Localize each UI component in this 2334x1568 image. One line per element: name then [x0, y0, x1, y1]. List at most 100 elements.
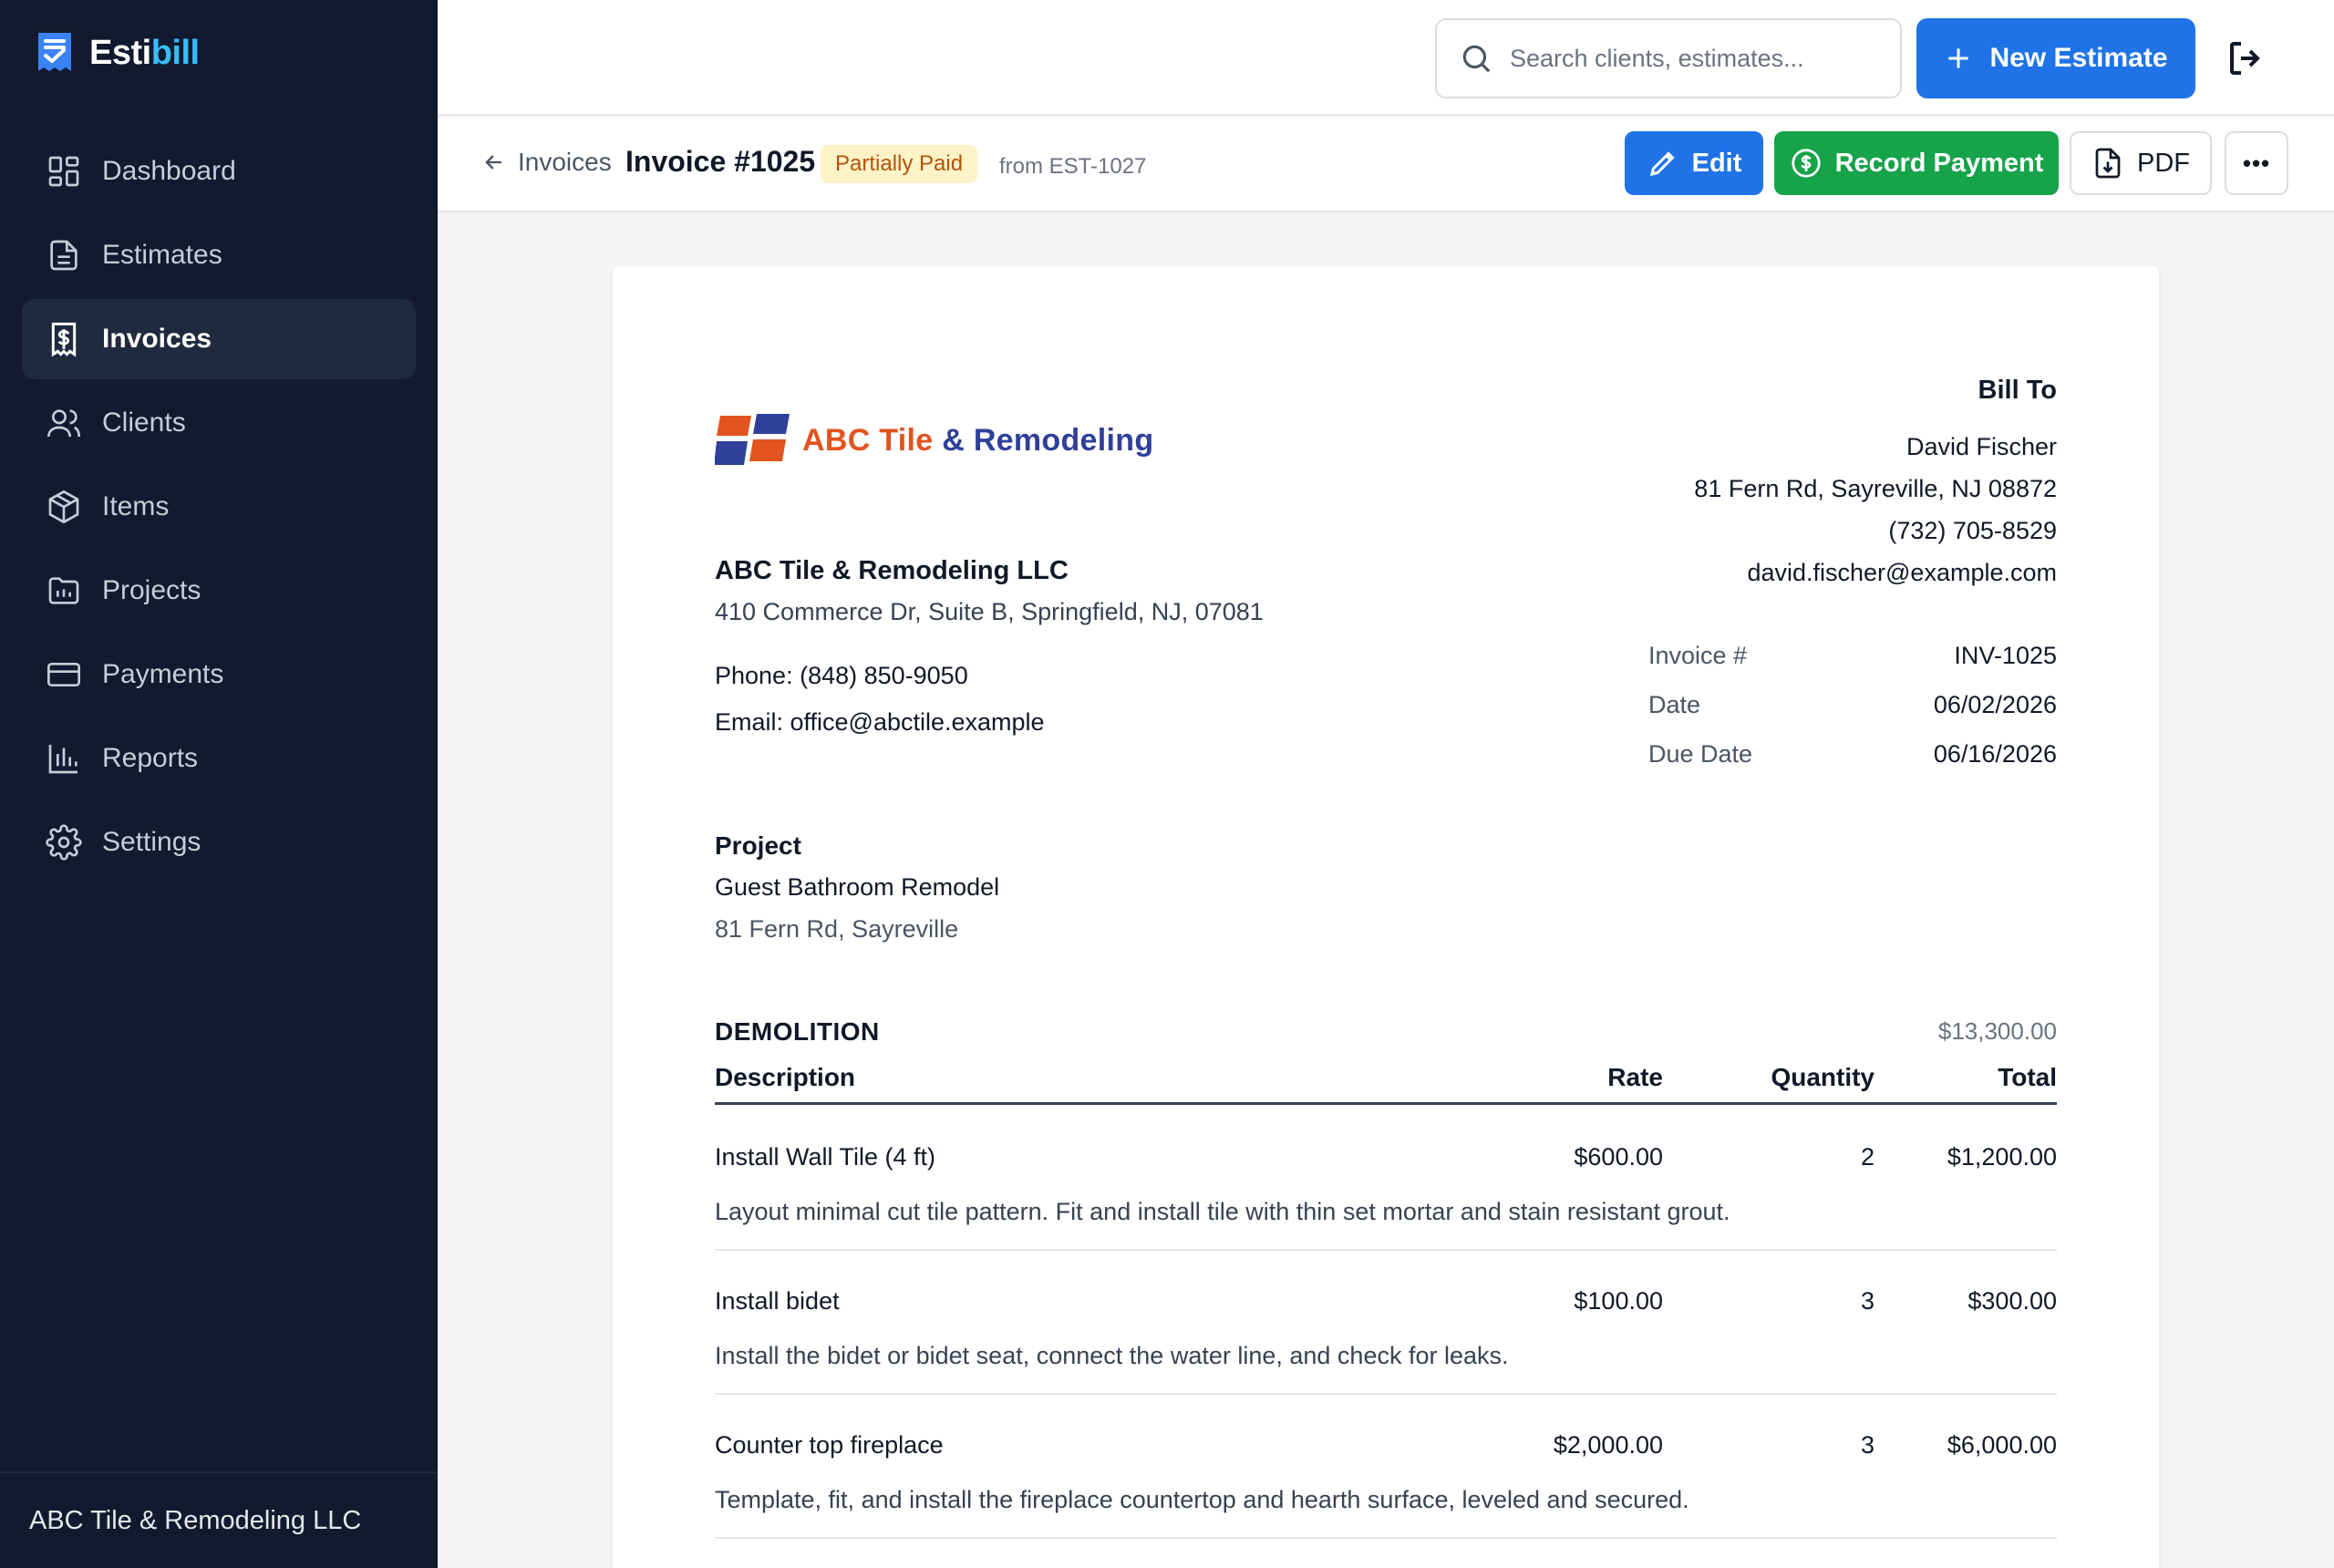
section-total: $13,300.00 — [1937, 1017, 2057, 1045]
sidebar-item-label: Invoices — [102, 324, 212, 354]
item-rate: $2,000.00 — [1553, 1431, 1663, 1459]
item-name: Counter top fireplace — [715, 1431, 944, 1459]
logo-text-part1: ABC Tile — [802, 422, 934, 458]
dashboard-icon — [48, 156, 79, 187]
item-total: $300.00 — [1967, 1287, 2057, 1315]
client-email: david.fischer@example.com — [1747, 559, 2057, 586]
table-header: Description Rate Quantity Total — [715, 1048, 2057, 1105]
folder-icon — [48, 577, 79, 604]
sidebar-nav: Dashboard Estimates Invoices Clients Ite… — [22, 131, 416, 886]
logo-wordmark: ABC Tile & Remodeling — [802, 423, 1153, 459]
bar-chart-icon — [48, 745, 77, 774]
invoice-document: ABC Tile & Remodeling ABC Tile & Remodel… — [613, 266, 2159, 1568]
plus-icon — [1948, 48, 1969, 68]
tiles-logo-icon — [715, 414, 790, 465]
item-description: Install the bidet or bidet seat, connect… — [715, 1342, 1509, 1369]
line-items: Install Wall Tile (4 ft) $600.00 2 $1,20… — [715, 1107, 2057, 1539]
sidebar-item-label: Clients — [102, 407, 186, 438]
sidebar-item-invoices[interactable]: Invoices — [22, 299, 416, 379]
meta-value: 06/16/2026 — [1933, 739, 2057, 768]
sidebar-item-items[interactable]: Items — [22, 467, 416, 547]
column-header-quantity: Quantity — [1771, 1063, 1874, 1091]
invoice-icon — [51, 322, 77, 357]
item-total: $1,200.00 — [1947, 1143, 2057, 1171]
sidebar-item-label: Dashboard — [102, 156, 236, 186]
meta-value: INV-1025 — [1954, 641, 2057, 669]
item-quantity: 3 — [1860, 1431, 1874, 1459]
meta-label: Invoice # — [1648, 641, 1748, 669]
back-label: Invoices — [518, 148, 612, 176]
back-to-invoices-link[interactable]: Invoices — [481, 148, 612, 177]
sidebar-item-dashboard[interactable]: Dashboard — [22, 131, 416, 211]
logout-icon[interactable] — [2225, 36, 2268, 80]
record-payment-button[interactable]: Record Payment — [1774, 131, 2059, 195]
meta-due-date: Due Date 06/16/2026 — [1648, 729, 2057, 779]
item-quantity: 2 — [1860, 1143, 1874, 1171]
item-quantity: 3 — [1860, 1287, 1874, 1315]
company-logo: ABC Tile & Remodeling — [715, 412, 1153, 469]
more-options-button[interactable]: ••• — [2225, 131, 2288, 195]
document-icon — [50, 240, 77, 271]
item-name: Install bidet — [715, 1287, 840, 1315]
arrow-left-icon — [485, 155, 502, 170]
logo-text-part2: & Remodeling — [942, 422, 1154, 458]
record-payment-label: Record Payment — [1834, 148, 2044, 178]
source-estimate-link[interactable]: from EST-1027 — [999, 154, 1146, 180]
item-description: Layout minimal cut tile pattern. Fit and… — [715, 1198, 1730, 1225]
company-switcher[interactable]: ABC Tile & Remodeling LLC — [0, 1471, 438, 1568]
search-box[interactable] — [1435, 18, 1902, 98]
invoice-header: Invoices Invoice #1025 Partially Paid fr… — [438, 118, 2334, 212]
meta-value: 06/02/2026 — [1933, 690, 2057, 718]
sidebar-item-label: Estimates — [102, 240, 222, 270]
sidebar-item-clients[interactable]: Clients — [22, 383, 416, 463]
item-description: Template, fit, and install the fireplace… — [715, 1486, 1689, 1513]
sidebar-item-projects[interactable]: Projects — [22, 551, 416, 631]
sidebar-item-payments[interactable]: Payments — [22, 634, 416, 715]
gear-icon — [46, 824, 82, 861]
client-address: 81 Fern Rd, Sayreville, NJ 08872 — [1694, 475, 2057, 502]
pdf-button[interactable]: PDF — [2070, 131, 2212, 195]
section-title: DEMOLITION — [715, 1017, 880, 1046]
status-badge: Partially Paid — [821, 145, 978, 183]
sidebar-item-estimates[interactable]: Estimates — [22, 215, 416, 295]
top-bar: New Estimate — [438, 0, 2334, 116]
item-rate: $100.00 — [1574, 1287, 1663, 1315]
new-estimate-label: New Estimate — [1989, 43, 2168, 73]
brand-logo[interactable]: Estibill — [36, 27, 200, 78]
sidebar-item-label: Items — [102, 491, 170, 521]
edit-button[interactable]: Edit — [1625, 131, 1763, 195]
users-icon — [47, 409, 80, 438]
sidebar-item-label: Payments — [102, 659, 224, 689]
company-email: Email: office@abctile.example — [715, 708, 1045, 736]
company-name: ABC Tile & Remodeling LLC — [715, 556, 1069, 585]
column-header-total: Total — [1998, 1063, 2057, 1091]
brand-name-prefix: Esti — [89, 33, 151, 72]
column-header-description: Description — [715, 1063, 856, 1091]
client-phone: (732) 705-8529 — [1888, 517, 2057, 544]
search-input[interactable] — [1510, 44, 1874, 73]
sidebar-item-reports[interactable]: Reports — [22, 718, 416, 799]
pencil-icon — [1649, 151, 1675, 177]
sidebar-item-settings[interactable]: Settings — [22, 802, 416, 882]
sidebar-item-label: Reports — [102, 743, 199, 773]
bill-to-title: Bill To — [1978, 376, 2057, 405]
meta-label: Date — [1648, 690, 1701, 718]
project-name: Guest Bathroom Remodel — [715, 873, 1000, 901]
company-phone: Phone: (848) 850-9050 — [715, 662, 968, 689]
table-row: Counter top fireplace $2,000.00 3 $6,000… — [715, 1395, 2057, 1539]
edit-label: Edit — [1691, 148, 1742, 178]
more-icon: ••• — [2242, 149, 2271, 177]
pdf-label: PDF — [2137, 148, 2190, 178]
new-estimate-button[interactable]: New Estimate — [1916, 18, 2195, 98]
item-name: Install Wall Tile (4 ft) — [715, 1143, 936, 1171]
client-name: David Fischer — [1905, 433, 2057, 460]
invoice-check-icon — [38, 33, 71, 71]
search-icon — [1462, 45, 1491, 73]
page-title: Invoice #1025 — [625, 145, 816, 178]
table-row: Install bidet $100.00 3 $300.00 Install … — [715, 1251, 2057, 1395]
project-address: 81 Fern Rd, Sayreville — [715, 915, 959, 943]
table-row: Install Wall Tile (4 ft) $600.00 2 $1,20… — [715, 1107, 2057, 1251]
sidebar-item-label: Projects — [102, 575, 201, 605]
card-icon — [47, 663, 80, 686]
bill-to-block: Bill To David Fischer 81 Fern Rd, Sayrev… — [1694, 376, 2057, 593]
